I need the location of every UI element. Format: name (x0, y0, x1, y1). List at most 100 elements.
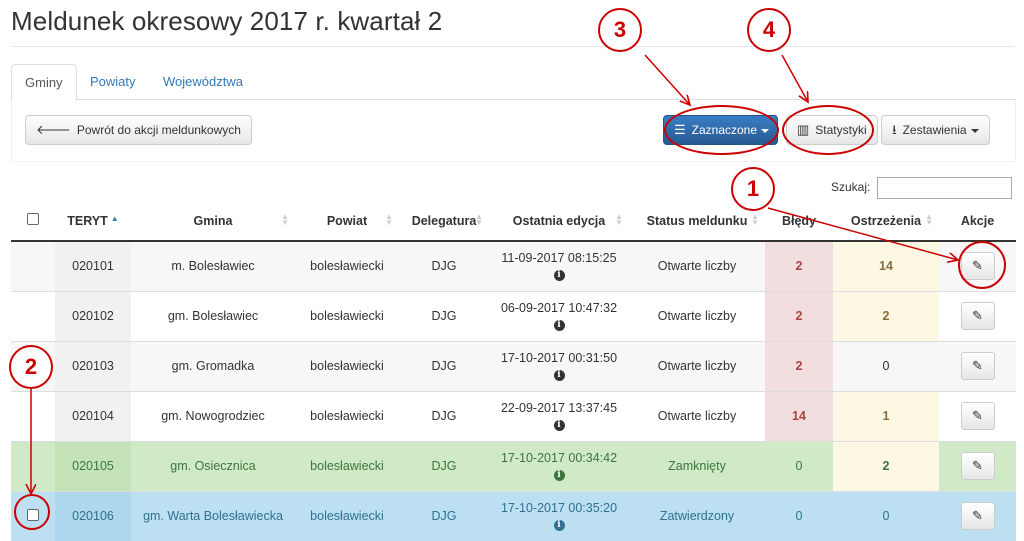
edit-button[interactable]: ✎ (960, 252, 995, 281)
header-delegatura[interactable]: Delegatura ▲ ▼ (399, 201, 489, 242)
pencil-icon: ✎ (972, 458, 983, 473)
row-select-cell (11, 440, 55, 491)
info-icon[interactable]: i (553, 370, 565, 381)
select-all-checkbox[interactable] (27, 213, 39, 225)
pencil-icon: ✎ (972, 308, 983, 323)
last-edit-date: 06-09-2017 10:47:32 (500, 301, 618, 315)
cell-last-edit: 17-10-2017 00:34:42 i (489, 440, 629, 491)
cell-errors: 2 (765, 290, 833, 341)
gminy-table: TERYT ▲ Gmina ▲ ▼ Powiat ▲ ▼ Delegatura ▲ ▼ Ost… (11, 201, 1016, 541)
table-row[interactable]: 020102 gm. Bolesławiec bolesławiecki DJG 06-… (11, 290, 1016, 341)
stats-button-label: Statystyki (815, 123, 867, 137)
list-icon: ☰ (674, 122, 686, 137)
cell-status: Otwarte liczby (629, 240, 765, 291)
cell-errors: 2 (765, 240, 833, 291)
header-errors[interactable]: Błędy (765, 201, 833, 242)
edit-button[interactable]: ✎ (960, 352, 995, 380)
cell-powiat: bolesławiecki (295, 240, 399, 291)
cell-gmina: m. Bolesławiec (131, 240, 295, 291)
cell-status: Otwarte liczby (629, 340, 765, 391)
header-teryt[interactable]: TERYT ▲ (55, 201, 131, 242)
cell-last-edit: 17-10-2017 00:31:50 i (489, 340, 629, 391)
table-row[interactable]: 020101 m. Bolesławiec bolesławiecki DJG 11-0… (11, 240, 1016, 291)
bar-chart-icon: ▥ (797, 122, 810, 137)
info-icon[interactable]: i (553, 270, 565, 282)
row-select-cell (11, 240, 55, 291)
last-edit-date: 17-10-2017 00:31:50 (500, 351, 618, 365)
cell-teryt: 020104 (55, 390, 131, 441)
table-row[interactable]: 020105 gm. Osiecznica bolesławiecki DJG 17-1… (11, 440, 1016, 491)
cell-status: Zatwierdzony (629, 490, 765, 541)
last-edit-date: 17-10-2017 00:35:20 (500, 501, 618, 516)
row-select-cell (11, 490, 55, 541)
cell-teryt: 020101 (55, 240, 131, 291)
table-row[interactable]: 020106 gm. Warta Bolesławiecka bolesławiec… (11, 490, 1016, 541)
cell-delegatura: DJG (399, 390, 489, 441)
cell-delegatura: DJG (399, 240, 489, 291)
cell-last-edit: 06-09-2017 10:47:32 i (489, 290, 629, 341)
cell-powiat: bolesławiecki (295, 390, 399, 441)
cell-actions: ✎ (939, 490, 1016, 541)
header-actions: Akcje (939, 201, 1016, 242)
tab-wojewodztwa[interactable]: Województwa (150, 64, 256, 101)
info-icon[interactable]: i (553, 420, 565, 431)
arrow-left-icon: 🡐 (36, 122, 71, 137)
caret-down-icon (761, 128, 770, 133)
edit-button[interactable]: ✎ (960, 402, 995, 430)
row-checkbox[interactable] (27, 508, 39, 521)
cell-warnings: 0 (833, 340, 939, 391)
info-icon[interactable]: i (553, 520, 565, 532)
header-last-edit[interactable]: Ostatnia edycja ▲ ▼ (489, 201, 629, 242)
selected-dropdown-button[interactable]: ☰ Zaznaczone (663, 115, 778, 145)
header-gmina[interactable]: Gmina ▲ ▼ (131, 201, 295, 242)
cell-delegatura: DJG (399, 490, 489, 541)
pencil-icon: ✎ (972, 258, 983, 274)
caret-down-icon (970, 128, 979, 133)
reports-button-label: Zestawienia (902, 123, 967, 137)
sort-icon: ▲ ▼ (751, 212, 759, 227)
stats-button[interactable]: ▥ Statystyki (786, 115, 878, 145)
header-status[interactable]: Status meldunku ▲ ▼ (629, 201, 765, 242)
back-button[interactable]: 🡐 Powrót do akcji meldunkowych (25, 115, 252, 145)
pencil-icon: ✎ (972, 408, 983, 423)
cell-errors: 2 (765, 340, 833, 391)
cell-warnings: 1 (833, 390, 939, 441)
search-input[interactable] (877, 177, 1012, 199)
edit-button[interactable]: ✎ (960, 302, 995, 330)
cell-teryt: 020106 (55, 490, 131, 541)
header-powiat[interactable]: Powiat ▲ ▼ (295, 201, 399, 242)
cell-last-edit: 17-10-2017 00:35:20 i (489, 490, 629, 541)
row-select-cell (11, 390, 55, 441)
info-icon[interactable]: i (553, 320, 565, 331)
info-icon[interactable]: i (553, 470, 565, 481)
header-warnings[interactable]: Ostrzeżenia ▲ ▼ (833, 201, 939, 242)
back-button-label: Powrót do akcji meldunkowych (76, 123, 241, 137)
cell-actions: ✎ (939, 440, 1016, 491)
cell-actions: ✎ (939, 340, 1016, 391)
cell-errors: 14 (765, 390, 833, 441)
page-title: Meldunek okresowy 2017 r. kwartał 2 (11, 6, 443, 36)
table-row[interactable]: 020103 gm. Gromadka bolesławiecki DJG 17-10-… (11, 340, 1016, 391)
cell-errors: 0 (765, 440, 833, 491)
cell-gmina: gm. Gromadka (131, 340, 295, 391)
cell-delegatura: DJG (399, 340, 489, 391)
cell-teryt: 020103 (55, 340, 131, 391)
cell-gmina: gm. Osiecznica (131, 440, 295, 491)
select-all-header (11, 201, 55, 242)
search-label: Szukaj: (831, 180, 871, 194)
reports-dropdown-button[interactable]: ⭳ Zestawienia (881, 115, 990, 145)
cell-warnings: 0 (833, 490, 939, 541)
title-divider (11, 46, 1014, 47)
cell-powiat: bolesławiecki (295, 290, 399, 341)
cell-warnings: 2 (833, 440, 939, 491)
table-row[interactable]: 020104 gm. Nowogrodziec bolesławiecki DJG 22… (11, 390, 1016, 441)
last-edit-date: 17-10-2017 00:34:42 (500, 451, 618, 465)
edit-button[interactable]: ✎ (960, 452, 995, 480)
cell-teryt: 020102 (55, 290, 131, 341)
cell-actions: ✎ (939, 390, 1016, 441)
edit-button[interactable]: ✎ (960, 502, 995, 531)
cell-warnings: 2 (833, 290, 939, 341)
tab-gminy[interactable]: Gminy (11, 64, 77, 101)
tab-powiaty[interactable]: Powiaty (77, 64, 149, 101)
cell-status: Otwarte liczby (629, 290, 765, 341)
